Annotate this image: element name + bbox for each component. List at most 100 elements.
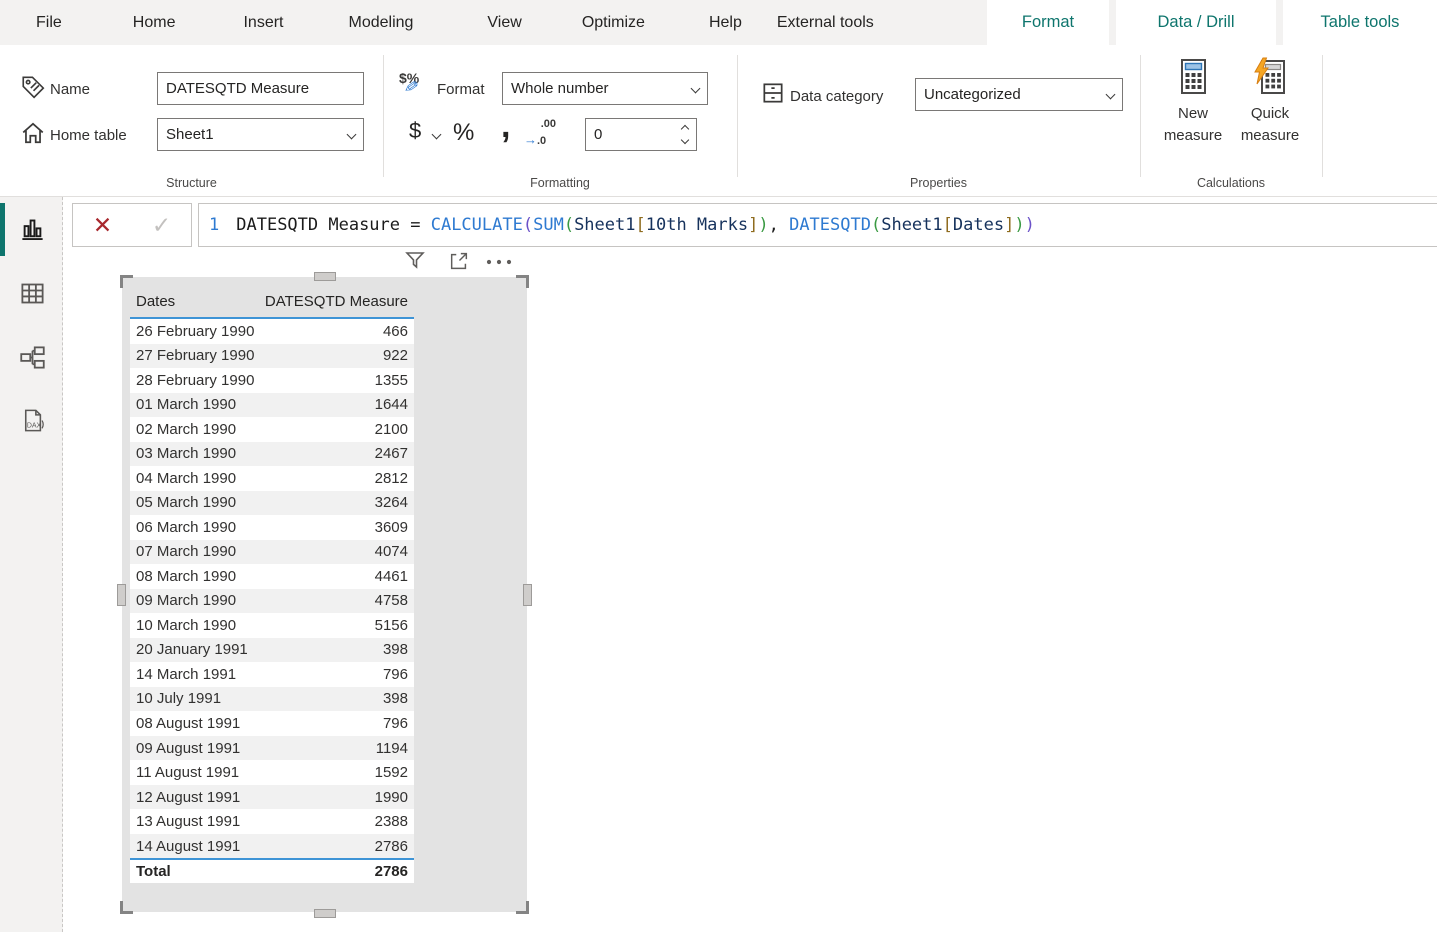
measure-name-input[interactable] [157,72,364,105]
table-row[interactable]: 02 March 19902100 [130,417,414,442]
table-row[interactable]: 03 March 19902467 [130,442,414,467]
contextual-tab-data-drill[interactable]: Data / Drill [1116,0,1276,45]
table-row[interactable]: 28 February 19901355 [130,368,414,393]
table-row[interactable]: 06 March 19903609 [130,515,414,540]
currency-format-button[interactable]: $ [409,118,421,144]
column-header-measure[interactable]: DATESQTD Measure [265,293,408,310]
table-row[interactable]: 07 March 19904074 [130,540,414,565]
resize-handle-bottom-left[interactable] [120,901,133,914]
table-row[interactable]: 26 February 1990 466 [130,319,414,344]
calculator-icon [1175,57,1211,97]
formula-token: ( [564,215,574,235]
group-divider [383,55,384,177]
table-row[interactable]: 20 January 1991398 [130,638,414,663]
dax-query-view-icon[interactable]: DAX [19,407,46,434]
formula-token: Sheet1 [574,215,635,235]
model-view-icon[interactable] [19,344,46,371]
menu-tab-home[interactable]: Home [133,14,176,32]
new-measure-button[interactable]: New measure [1156,57,1230,147]
formula-token: SUM [533,215,564,235]
focus-mode-icon[interactable] [448,250,470,272]
data-category-select[interactable]: Uncategorized [915,78,1123,111]
decimal-places-icon[interactable]: .00 →.0 [524,117,558,151]
stepper-down-icon[interactable] [681,136,689,144]
menu-tab-optimize[interactable]: Optimize [582,14,645,32]
table-row[interactable]: 09 March 19904758 [130,589,414,614]
menu-tab-view[interactable]: View [487,14,521,32]
data-view-icon[interactable] [19,280,46,307]
name-label: Name [50,81,90,98]
decimal-places-stepper[interactable]: 0 [585,118,697,151]
date-cell: 07 March 1990 [136,543,236,560]
table-row[interactable]: 12 August 19911990 [130,785,414,810]
date-cell: 10 July 1991 [136,690,221,707]
chevron-down-icon [691,84,701,94]
format-select[interactable]: Whole number [502,72,708,105]
menu-tab-help[interactable]: Help [709,14,742,32]
menubar: File Home Insert Modeling View Optimize Help Ex… [0,0,1437,45]
table-body: 26 February 1990 466 27 February 1990 922 28… [130,319,414,858]
table-row[interactable]: 10 March 19905156 [130,613,414,638]
formula-input[interactable]: 1DATESQTD Measure = CALCULATE(SUM(Sheet1… [198,203,1437,247]
table-row[interactable]: 08 August 1991796 [130,711,414,736]
date-cell: 28 February 1990 [136,372,254,389]
menu-tab-modeling[interactable]: Modeling [348,14,413,32]
date-cell: 26 February 1990 [136,323,254,340]
menu-tab-external-tools[interactable]: External tools [777,14,874,32]
value-cell: 1990 [375,789,408,806]
formula-token: Dates [953,215,1004,235]
cancel-formula-button[interactable]: ✕ [73,204,132,246]
resize-handle-top-right[interactable] [516,275,529,288]
table-row[interactable]: 01 March 19901644 [130,393,414,418]
pencil-icon: ✎ [402,77,420,99]
resize-handle-left[interactable] [117,584,126,606]
resize-handle-bottom-right[interactable] [516,901,529,914]
value-cell: 796 [383,715,408,732]
resize-handle-right[interactable] [523,584,532,606]
home-table-select[interactable]: Sheet1 [157,118,364,151]
value-cell: 1194 [376,740,408,757]
table-row[interactable]: 11 August 19911592 [130,760,414,785]
value-cell: 796 [383,666,408,683]
date-cell: 27 February 1990 [136,347,254,364]
contextual-tab-format[interactable]: Format [987,0,1109,45]
total-label: Total [136,863,171,880]
decimal-places-value: 0 [594,126,602,143]
table-row[interactable]: 04 March 19902812 [130,466,414,491]
filter-icon[interactable] [403,248,427,272]
ribbon: Name Home table Sheet1 Structure $% ✎ Fo… [0,45,1437,197]
table-row[interactable]: 14 August 19912786 [130,834,414,859]
quick-measure-icon [1252,57,1288,97]
menu-tab-file[interactable]: File [36,14,62,32]
table-row[interactable]: 13 August 19912388 [130,809,414,834]
quick-measure-button[interactable]: Quick measure [1233,57,1307,147]
value-cell: 466 [383,323,408,340]
more-options-icon[interactable] [485,255,515,267]
table-row[interactable]: 08 March 19904461 [130,564,414,589]
table-row[interactable]: 27 February 1990 922 [130,344,414,369]
table-row[interactable]: 14 March 1991796 [130,662,414,687]
commit-formula-button[interactable]: ✓ [132,204,191,246]
date-cell: 08 March 1990 [136,568,236,585]
thousands-separator-button[interactable]: , [501,107,510,146]
report-view-icon[interactable] [19,216,46,243]
percent-format-button[interactable]: % [453,119,474,147]
menu-tab-insert[interactable]: Insert [243,14,283,32]
table-row[interactable]: 10 July 1991398 [130,687,414,712]
properties-group-label: Properties [737,176,1140,190]
table-row[interactable]: 05 March 19903264 [130,491,414,516]
calculations-group-label: Calculations [1140,176,1322,190]
currency-chevron-icon[interactable] [432,130,442,140]
stepper-up-icon[interactable] [681,125,689,133]
value-cell: 922 [383,347,408,364]
formula-token: DATESQTD Measure = [236,215,430,235]
table-visual[interactable]: Dates DATESQTD Measure 26 February 1990 4… [122,277,527,912]
svg-text:DAX: DAX [27,422,42,429]
formula-token: [ [943,215,953,235]
format-label: Format [437,81,485,98]
resize-handle-bottom[interactable] [314,909,336,918]
resize-handle-top[interactable] [314,272,336,281]
contextual-tab-table-tools[interactable]: Table tools [1283,0,1437,45]
table-row[interactable]: 09 August 19911194 [130,736,414,761]
column-header-dates[interactable]: Dates [136,293,175,310]
